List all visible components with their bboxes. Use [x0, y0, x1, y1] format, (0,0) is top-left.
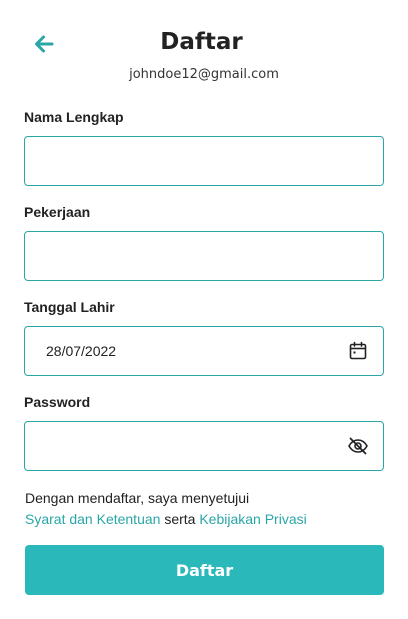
- register-button[interactable]: Daftar: [25, 545, 384, 595]
- birth-date-label: Tanggal Lahir: [24, 299, 115, 315]
- occupation-input[interactable]: [25, 232, 383, 280]
- password-input[interactable]: [25, 422, 383, 470]
- birth-date-field[interactable]: [24, 326, 384, 376]
- terms-conjunction: serta: [164, 511, 196, 527]
- terms-notice: Dengan mendaftar, saya menyetujui Syarat…: [25, 488, 307, 530]
- terms-prefix: Dengan mendaftar, saya menyetujui: [25, 490, 250, 506]
- calendar-icon: [349, 341, 367, 360]
- terms-link[interactable]: Syarat dan Ketentuan: [25, 511, 160, 527]
- toggle-password-visibility-button[interactable]: [347, 435, 369, 457]
- user-email: johndoe12@gmail.com: [129, 67, 279, 82]
- full-name-input[interactable]: [25, 137, 383, 185]
- password-label: Password: [24, 394, 91, 410]
- privacy-link[interactable]: Kebijakan Privasi: [199, 511, 306, 527]
- header: Daftar johndoe12@gmail.com: [0, 0, 408, 100]
- page-title: Daftar: [160, 29, 243, 55]
- password-field[interactable]: [24, 421, 384, 471]
- occupation-label: Pekerjaan: [24, 204, 91, 220]
- birth-date-input[interactable]: [25, 327, 383, 375]
- date-picker-button[interactable]: [347, 340, 369, 362]
- full-name-label: Nama Lengkap: [24, 109, 124, 125]
- eye-off-icon: [348, 437, 368, 455]
- occupation-field[interactable]: [24, 231, 384, 281]
- full-name-field[interactable]: [24, 136, 384, 186]
